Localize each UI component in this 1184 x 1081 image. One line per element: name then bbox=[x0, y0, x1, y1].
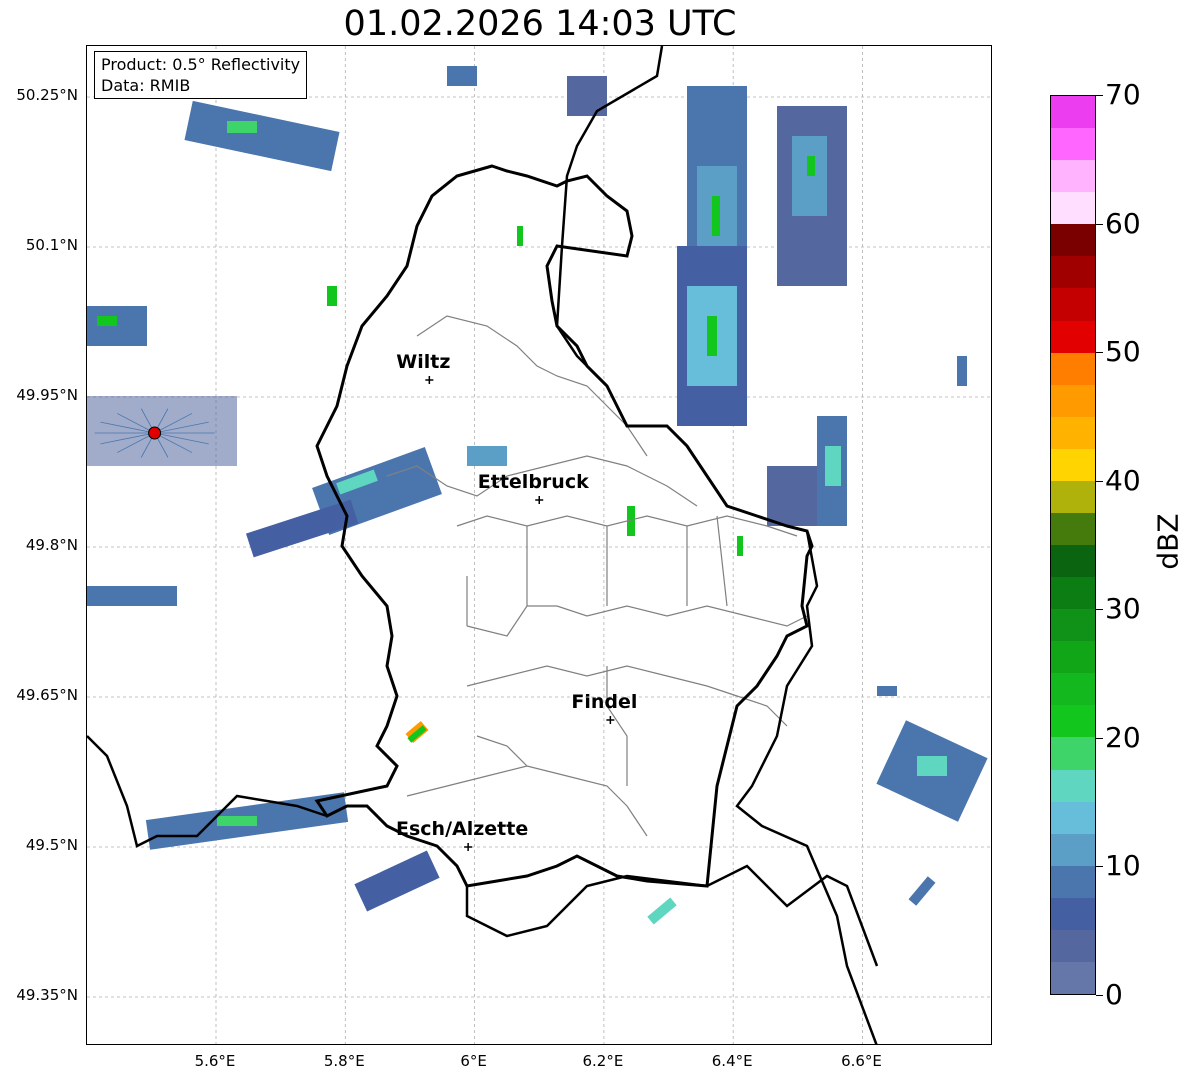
colorbar-segment bbox=[1051, 224, 1095, 257]
colorbar-segment bbox=[1051, 705, 1095, 738]
lon-tick-label: 6.6°E bbox=[841, 1052, 882, 1070]
city-label: Findel bbox=[571, 691, 638, 713]
lon-tick-label: 5.8°E bbox=[323, 1052, 365, 1070]
city-label: Ettelbruck bbox=[477, 471, 589, 493]
colorbar-segment bbox=[1051, 801, 1095, 834]
colorbar-tick-mark bbox=[1096, 352, 1103, 354]
radar-echoes bbox=[87, 66, 988, 925]
borders bbox=[87, 46, 879, 1044]
colorbar-segment bbox=[1051, 384, 1095, 417]
colorbar-segment bbox=[1051, 480, 1095, 513]
colorbar-segment bbox=[1051, 737, 1095, 770]
map-title: 01.02.2026 14:03 UTC bbox=[343, 4, 737, 44]
colorbar-segment bbox=[1051, 320, 1095, 353]
colorbar-tick-label: 60 bbox=[1105, 206, 1141, 240]
colorbar-tick-mark bbox=[1096, 480, 1103, 482]
lat-tick-label: 49.35°N bbox=[16, 986, 78, 1004]
radar-site-dot bbox=[148, 426, 162, 440]
lat-tick-label: 49.8°N bbox=[25, 536, 78, 554]
colorbar-tick-label: 40 bbox=[1105, 463, 1141, 497]
lon-tick-label: 6.4°E bbox=[711, 1052, 753, 1070]
lat-tick-label: 50.1°N bbox=[25, 236, 78, 254]
product-info-box: Product: 0.5° Reflectivity Data: RMIB bbox=[94, 51, 308, 99]
lon-tick-label: 6°E bbox=[460, 1052, 487, 1070]
colorbar-segment bbox=[1051, 865, 1095, 898]
city-marker bbox=[606, 716, 615, 724]
lon-tick-label: 6.2°E bbox=[582, 1052, 624, 1070]
data-source-label: Data: RMIB bbox=[101, 76, 191, 95]
colorbar-segment bbox=[1051, 352, 1095, 385]
city-marker bbox=[464, 843, 473, 851]
graticule bbox=[87, 46, 991, 1044]
colorbar-segment bbox=[1051, 833, 1095, 866]
map-canvas bbox=[87, 46, 991, 1044]
colorbar-segment bbox=[1051, 673, 1095, 706]
colorbar-segment bbox=[1051, 128, 1095, 161]
colorbar-segment bbox=[1051, 545, 1095, 578]
city-marker bbox=[425, 376, 434, 384]
radar-map[interactable] bbox=[86, 45, 992, 1045]
city-marker bbox=[535, 496, 544, 504]
colorbar-segment bbox=[1051, 961, 1095, 994]
colorbar-segment bbox=[1051, 769, 1095, 802]
colorbar-segment bbox=[1051, 416, 1095, 449]
colorbar-tick-label: 0 bbox=[1105, 978, 1123, 1011]
colorbar-segment bbox=[1051, 160, 1095, 193]
colorbar-segment bbox=[1051, 897, 1095, 930]
colorbar-tick-label: 50 bbox=[1105, 335, 1141, 369]
colorbar-tick-mark bbox=[1096, 866, 1103, 868]
colorbar-tick-label: 30 bbox=[1105, 592, 1141, 626]
colorbar-tick-label: 20 bbox=[1105, 720, 1141, 754]
colorbar-segment bbox=[1051, 288, 1095, 321]
colorbar-segment bbox=[1051, 641, 1095, 674]
colorbar-segment bbox=[1051, 512, 1095, 545]
echo-cluster-northeast bbox=[677, 86, 847, 526]
colorbar-tick-mark bbox=[1096, 95, 1103, 96]
lat-tick-label: 49.65°N bbox=[16, 686, 78, 704]
colorbar-tick-mark bbox=[1096, 737, 1103, 739]
colorbar-segment bbox=[1051, 929, 1095, 962]
colorbar-tick-mark bbox=[1096, 223, 1103, 225]
lat-tick-label: 49.5°N bbox=[25, 836, 78, 854]
colorbar-label: dBZ bbox=[1151, 513, 1184, 570]
colorbar-segment bbox=[1051, 448, 1095, 481]
lat-tick-label: 49.95°N bbox=[16, 386, 78, 404]
colorbar-tick-label: 70 bbox=[1105, 78, 1141, 111]
colorbar-tick-mark bbox=[1096, 995, 1103, 996]
colorbar-segment bbox=[1051, 192, 1095, 225]
lon-tick-label: 5.6°E bbox=[194, 1052, 236, 1070]
colorbar-segment bbox=[1051, 256, 1095, 289]
echo-cluster-west bbox=[87, 100, 507, 912]
colorbar-segment bbox=[1051, 96, 1095, 129]
city-markers bbox=[425, 376, 615, 851]
lat-tick-label: 50.25°N bbox=[16, 86, 78, 104]
colorbar-segment bbox=[1051, 577, 1095, 610]
colorbar-tick-label: 10 bbox=[1105, 849, 1141, 883]
colorbar-segment bbox=[1051, 609, 1095, 642]
echo-cluster-southeast bbox=[876, 720, 988, 822]
colorbar-tick-mark bbox=[1096, 609, 1103, 611]
city-label: Esch/Alzette bbox=[396, 818, 529, 840]
colorbar bbox=[1050, 95, 1096, 995]
product-label: Product: 0.5° Reflectivity bbox=[101, 55, 301, 74]
city-label: Wiltz bbox=[396, 351, 451, 373]
